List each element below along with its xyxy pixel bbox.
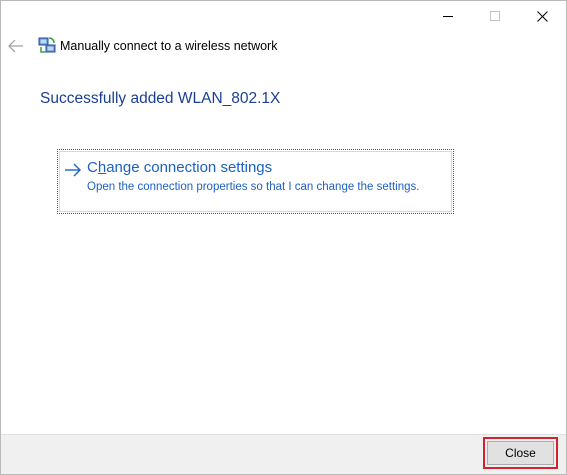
wizard-window: Manually connect to a wireless network S…: [0, 0, 567, 475]
maximize-button[interactable]: [472, 1, 518, 31]
close-icon: [536, 10, 548, 22]
maximize-icon: [490, 11, 500, 21]
network-icon: [38, 37, 56, 53]
close-window-button[interactable]: [519, 1, 565, 31]
link-description: Open the connection properties so that I…: [87, 181, 420, 193]
change-connection-settings-link[interactable]: Change connection settings Open the conn…: [57, 149, 454, 214]
right-arrow-icon: [65, 163, 81, 177]
link-title: Change connection settings: [87, 159, 272, 176]
footer-bar: [1, 434, 566, 474]
minimize-icon: [443, 16, 453, 17]
back-arrow-icon[interactable]: [7, 38, 25, 54]
minimize-button[interactable]: [425, 1, 471, 31]
close-button[interactable]: Close: [487, 441, 554, 465]
link-title-rest: ange connection settings: [106, 159, 273, 176]
link-title-mnemonic: h: [97, 159, 107, 176]
link-title-start: C: [87, 159, 98, 176]
success-heading: Successfully added WLAN_802.1X: [40, 90, 281, 107]
window-title: Manually connect to a wireless network: [60, 39, 278, 53]
